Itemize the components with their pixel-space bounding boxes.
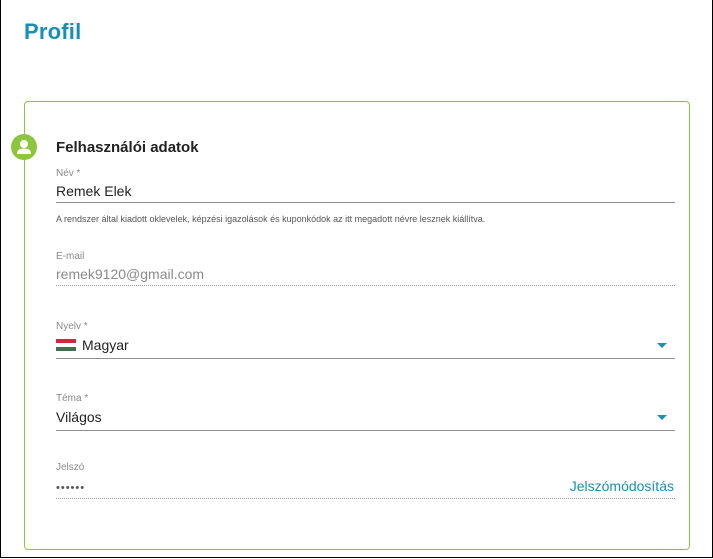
page-title: Profil	[24, 19, 82, 44]
theme-label: Téma *	[56, 393, 89, 404]
language-field-group: Nyelv * Magyar	[56, 321, 675, 359]
password-value: ••••••	[56, 482, 86, 494]
language-value: Magyar	[82, 337, 129, 353]
email-field: remek9120@gmail.com	[56, 263, 675, 286]
name-value: Remek Elek	[56, 183, 132, 199]
password-field: •••••• Jelszómódosítás	[56, 474, 675, 499]
section-title: Felhasználói adatok	[56, 139, 199, 156]
user-icon	[11, 134, 37, 160]
change-password-link[interactable]: Jelszómódosítás	[570, 474, 674, 498]
hungarian-flag-icon	[56, 339, 76, 352]
name-label: Név *	[56, 168, 81, 179]
email-label: E-mail	[56, 251, 85, 262]
name-hint: A rendszer által kiadott oklevelek, képz…	[56, 214, 486, 224]
theme-value: Világos	[56, 409, 102, 425]
language-select[interactable]: Magyar	[56, 333, 675, 359]
password-field-group: Jelszó •••••• Jelszómódosítás	[56, 462, 675, 499]
name-field-group: Név * Remek Elek	[56, 168, 675, 203]
email-value: remek9120@gmail.com	[56, 266, 205, 282]
theme-field-group: Téma * Világos	[56, 393, 675, 431]
password-label: Jelszó	[56, 462, 85, 473]
email-field-group: E-mail remek9120@gmail.com	[56, 251, 675, 286]
chevron-down-icon[interactable]	[657, 415, 667, 420]
name-input[interactable]: Remek Elek	[56, 180, 675, 203]
theme-select[interactable]: Világos	[56, 405, 675, 431]
language-label: Nyelv *	[56, 321, 88, 332]
chevron-down-icon[interactable]	[657, 343, 667, 348]
